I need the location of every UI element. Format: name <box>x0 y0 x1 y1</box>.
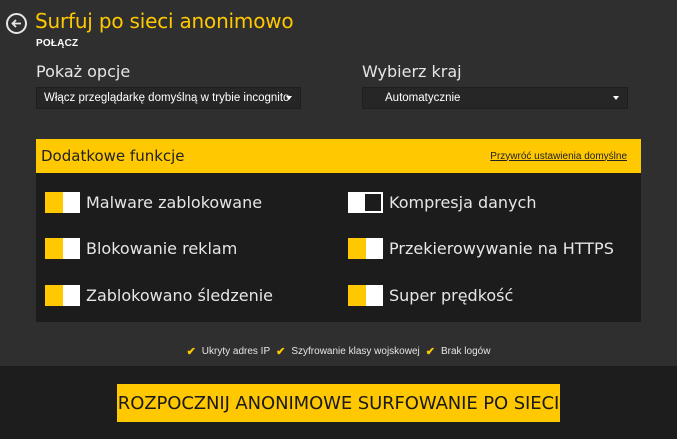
option-label: Przekierowywanie na HTTPS <box>389 238 614 258</box>
option-speed: Super prędkość <box>348 284 513 306</box>
option-label: Blokowanie reklam <box>86 238 238 258</box>
show-options-label: Pokaż opcje <box>36 62 131 81</box>
option-label: Malware zablokowane <box>86 192 263 212</box>
option-malware: Malware zablokowane <box>45 191 262 213</box>
browser-mode-value: Włącz przeglądarkę domyślną w trybie inc… <box>44 92 290 104</box>
compression-toggle[interactable] <box>348 191 383 213</box>
page-subtitle: POŁĄCZ <box>36 38 79 49</box>
feature-item: ✔ Ukryty adres IP <box>187 345 271 358</box>
option-compression: Kompresja danych <box>348 191 536 213</box>
reset-defaults-link[interactable]: Przywróć ustawienia domyślne <box>490 151 627 162</box>
chevron-down-icon <box>286 96 292 100</box>
option-tracking: Zablokowano śledzenie <box>45 284 273 306</box>
malware-toggle[interactable] <box>45 191 80 213</box>
feature-label: Ukryty adres IP <box>201 346 271 357</box>
feature-item: ✔ Szyfrowanie klasy wojskowej <box>276 345 420 358</box>
additional-features-panel: Dodatkowe funkcje Przywróć ustawienia do… <box>36 139 641 322</box>
option-label: Super prędkość <box>389 285 514 305</box>
option-https: Przekierowywanie na HTTPS <box>348 237 614 259</box>
country-select[interactable]: Automatycznie <box>362 87 628 109</box>
checkmark-icon: ✔ <box>276 346 286 358</box>
page-title: Surfuj po sieci anonimowo <box>35 9 294 33</box>
tracking-toggle[interactable] <box>45 284 80 306</box>
back-button[interactable] <box>6 13 27 34</box>
feature-item: ✔ Brak logów <box>426 345 491 358</box>
panel-header: Dodatkowe funkcje Przywróć ustawienia do… <box>36 139 641 173</box>
feature-label: Szyfrowanie klasy wojskowej <box>291 346 420 357</box>
chevron-down-icon <box>613 96 619 100</box>
start-anonymous-browsing-button[interactable]: ROZPOCZNIJ ANONIMOWE SURFOWANIE PO SIECI <box>117 384 560 422</box>
feature-list: ✔ Ukryty adres IP ✔ Szyfrowanie klasy wo… <box>0 345 677 358</box>
country-value: Automatycznie <box>385 92 461 104</box>
option-label: Zablokowano śledzenie <box>86 285 273 305</box>
https-toggle[interactable] <box>348 237 383 259</box>
panel-title: Dodatkowe funkcje <box>41 147 185 165</box>
browser-mode-select[interactable]: Włącz przeglądarkę domyślną w trybie inc… <box>36 87 301 109</box>
checkmark-icon: ✔ <box>425 346 435 358</box>
option-label: Kompresja danych <box>389 192 537 212</box>
back-arrow-icon <box>11 19 21 28</box>
speed-toggle[interactable] <box>348 284 383 306</box>
feature-label: Brak logów <box>440 346 491 357</box>
country-label: Wybierz kraj <box>362 62 462 81</box>
ad-block-toggle[interactable] <box>45 237 80 259</box>
option-ads: Blokowanie reklam <box>45 237 237 259</box>
checkmark-icon: ✔ <box>186 346 196 358</box>
